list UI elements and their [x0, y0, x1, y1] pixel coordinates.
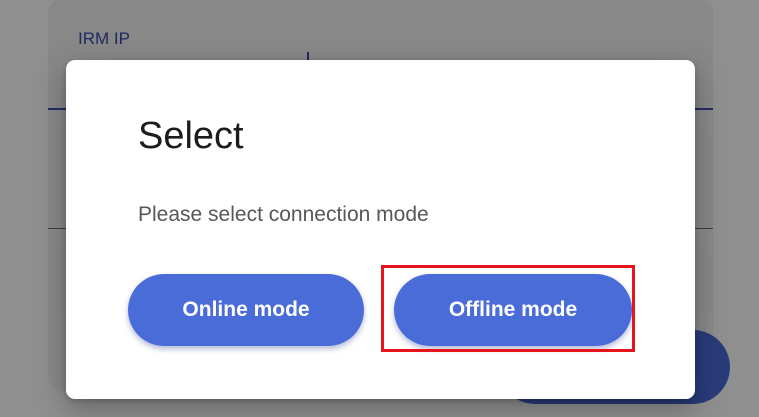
offline-mode-button[interactable]: Offline mode	[394, 274, 632, 346]
dialog-title: Select	[138, 115, 244, 157]
connection-mode-dialog: Select Please select connection mode Onl…	[66, 60, 695, 399]
online-mode-button[interactable]: Online mode	[128, 274, 364, 346]
dialog-message: Please select connection mode	[138, 203, 429, 226]
